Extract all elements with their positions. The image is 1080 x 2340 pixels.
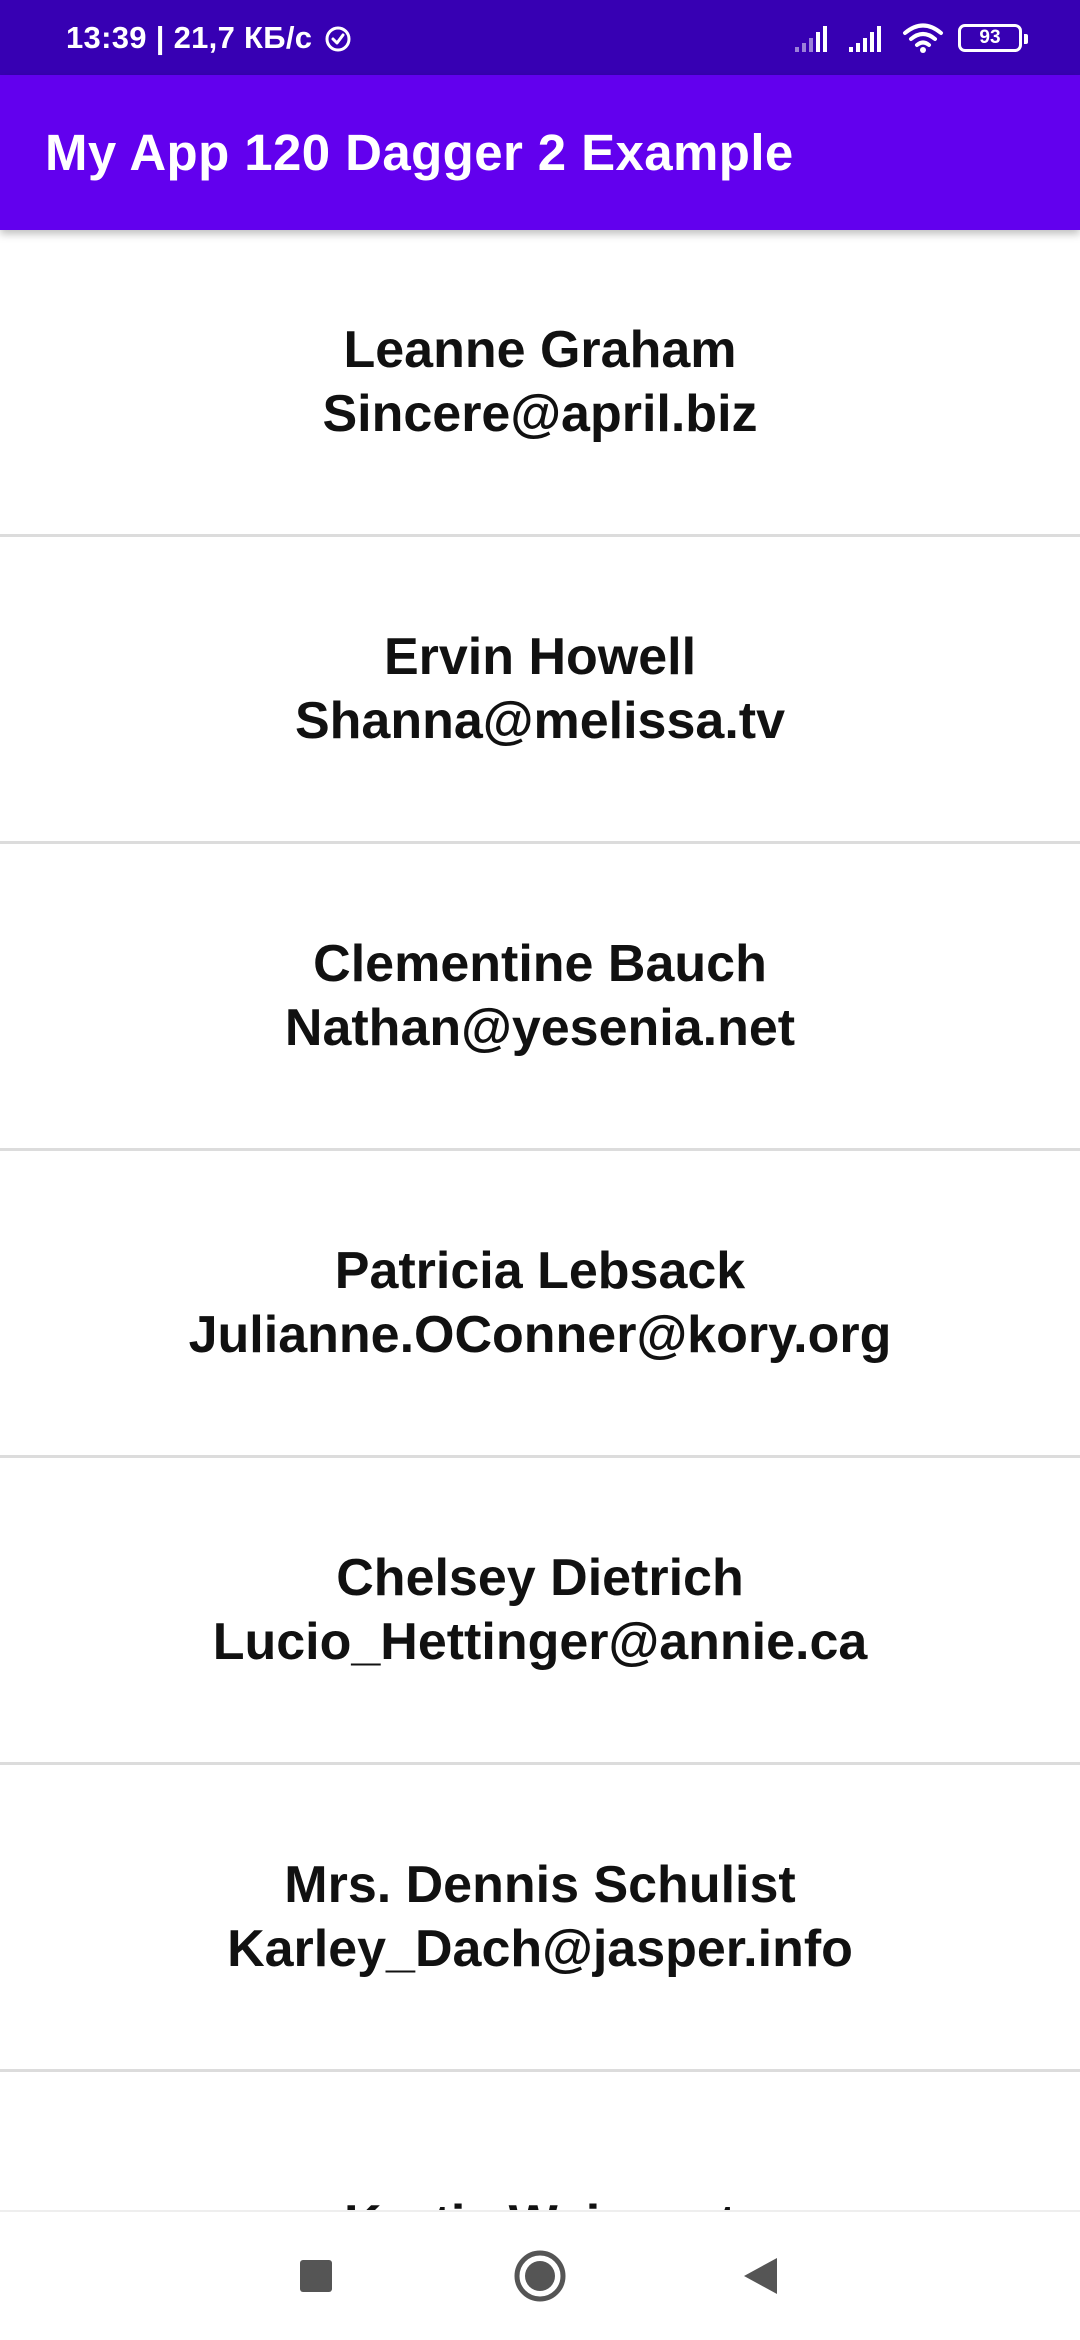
home-button[interactable] [480, 2212, 600, 2340]
user-list-item[interactable]: Clementine Bauch Nathan@yesenia.net [0, 844, 1080, 1151]
user-name: Clementine Bauch [313, 935, 767, 993]
screen: 13:39 | 21,7 КБ/с 93 My App 120 Dagger 2… [0, 0, 1080, 2340]
user-name: Chelsey Dietrich [336, 1549, 744, 1607]
user-list-item[interactable]: Leanne Graham Sincere@april.biz [0, 230, 1080, 537]
cellular-signal-icon [849, 25, 881, 52]
user-email: Nathan@yesenia.net [284, 999, 796, 1057]
user-email: Lucio_Hettinger@annie.ca [212, 1613, 868, 1671]
status-left: 13:39 | 21,7 КБ/с [66, 0, 354, 75]
user-email: Sincere@april.biz [322, 385, 758, 443]
user-name: Ervin Howell [383, 628, 697, 686]
user-email: Julianne.OConner@kory.org [188, 1306, 892, 1364]
user-email: Karley_Dach@jasper.info [227, 1920, 853, 1978]
user-list-item[interactable]: Kurtis Weissnat [0, 2072, 1080, 2210]
wifi-icon [903, 23, 943, 53]
back-button[interactable] [700, 2212, 820, 2340]
user-name: Kurtis Weissnat [344, 2192, 736, 2210]
status-right: 93 [794, 0, 1028, 75]
back-icon [744, 2258, 777, 2294]
status-time-speed: 13:39 | 21,7 КБ/с [66, 19, 313, 55]
navigation-bar [0, 2210, 1080, 2340]
user-list-item[interactable]: Mrs. Dennis Schulist Karley_Dach@jasper.… [0, 1765, 1080, 2072]
user-list-item[interactable]: Ervin Howell Shanna@melissa.tv [0, 537, 1080, 844]
recents-icon [300, 2260, 332, 2292]
home-icon [514, 2250, 566, 2302]
app-title: My App 120 Dagger 2 Example [45, 124, 794, 181]
app-bar: My App 120 Dagger 2 Example [0, 75, 1080, 230]
cellular-signal-icon [795, 25, 827, 52]
user-email: Shanna@melissa.tv [294, 692, 785, 750]
recents-button[interactable] [256, 2212, 376, 2340]
user-list[interactable]: Leanne Graham Sincere@april.biz Ervin Ho… [0, 230, 1080, 2210]
user-list-item[interactable]: Chelsey Dietrich Lucio_Hettinger@annie.c… [0, 1458, 1080, 1765]
alarm-icon [325, 26, 351, 51]
battery-level: 93 [979, 26, 1001, 48]
user-name: Patricia Lebsack [334, 1242, 746, 1300]
status-bar: 13:39 | 21,7 КБ/с 93 [0, 0, 1080, 75]
user-name: Mrs. Dennis Schulist [284, 1856, 796, 1914]
battery-icon: 93 [958, 23, 1028, 52]
user-name: Leanne Graham [343, 321, 737, 379]
user-list-item[interactable]: Patricia Lebsack Julianne.OConner@kory.o… [0, 1151, 1080, 1458]
